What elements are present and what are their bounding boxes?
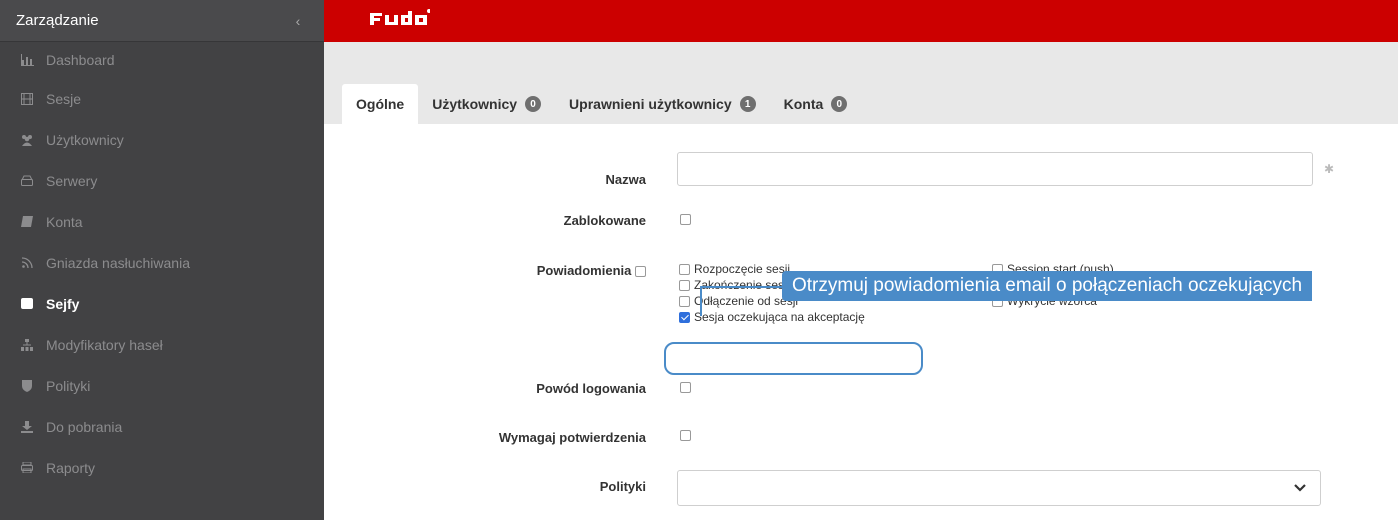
highlight-frame xyxy=(664,342,923,375)
count-badge: 0 xyxy=(831,96,848,112)
name-input[interactable] xyxy=(677,152,1313,186)
callout-connector xyxy=(700,286,784,288)
notifications-label: Powiadomienia xyxy=(537,263,646,278)
sidebar-title: Zarządzanie xyxy=(16,12,99,29)
tab-label: Uprawnieni użytkownicy xyxy=(569,96,732,112)
sidebar-item-label: Polityki xyxy=(46,377,91,394)
policies-label: Polityki xyxy=(599,479,646,494)
sidebar-item-listeners[interactable]: Gniazda nasłuchiwania xyxy=(0,242,324,283)
sidebar: Zarządzanie ‹ Dashboard Sesje Użytkownic… xyxy=(0,0,324,520)
sidebar-item-reports[interactable]: Raporty xyxy=(0,447,324,488)
sidebar-item-policies[interactable]: Polityki xyxy=(0,365,324,406)
bar-chart-icon xyxy=(20,53,34,67)
option-label: Zakończenie sesji xyxy=(694,278,790,292)
server-icon xyxy=(20,174,34,188)
tab-users[interactable]: Użytkownicy 0 xyxy=(418,84,555,124)
book-icon xyxy=(20,215,34,229)
notifications-all-checkbox[interactable] xyxy=(635,266,646,278)
top-bar xyxy=(324,0,1398,42)
tab-label: Użytkownicy xyxy=(432,96,518,112)
notifications-label-text: Powiadomienia xyxy=(536,263,632,278)
rss-icon xyxy=(20,256,34,270)
name-label: Nazwa xyxy=(605,172,646,187)
fudo-logo-mark xyxy=(370,9,431,25)
require-confirmation-checkbox[interactable] xyxy=(680,430,691,441)
notification-option[interactable]: Rozpoczęcie sesji xyxy=(679,262,790,276)
sidebar-header: Zarządzanie ‹ xyxy=(0,0,324,42)
option-checkbox[interactable] xyxy=(679,311,690,323)
safe-icon xyxy=(20,297,34,311)
sidebar-item-label: Serwery xyxy=(46,172,98,189)
sidebar-item-sessions[interactable]: Sesje xyxy=(0,78,324,119)
sidebar-item-password-changers[interactable]: Modyfikatory haseł xyxy=(0,324,324,365)
sidebar-item-label: Dashboard xyxy=(46,52,115,68)
count-badge: 1 xyxy=(739,96,756,112)
option-checkbox[interactable] xyxy=(679,295,690,307)
require-confirmation-label: Wymagaj potwierdzenia xyxy=(498,430,646,445)
sidebar-item-accounts[interactable]: Konta xyxy=(0,201,324,242)
sidebar-item-label: Sesje xyxy=(46,90,82,107)
option-label: Rozpoczęcie sesji xyxy=(694,262,791,276)
sidebar-item-users[interactable]: Użytkownicy xyxy=(0,119,324,160)
sidebar-item-label: Modyfikatory haseł xyxy=(46,336,163,353)
sidebar-item-label: Sejfy xyxy=(46,295,80,312)
option-checkbox[interactable] xyxy=(679,263,690,275)
callout-tooltip: Otrzymuj powiadomienia email o połączeni… xyxy=(782,271,1313,301)
print-icon xyxy=(20,461,34,475)
tab-general[interactable]: Ogólne xyxy=(342,84,419,124)
sidebar-item-dashboard[interactable]: Dashboard xyxy=(0,42,324,78)
callout-connector-vertical xyxy=(700,286,702,316)
sidebar-item-label: Do pobrania xyxy=(46,418,123,435)
sidebar-nav: Dashboard Sesje Użytkownicy Serwery Kont… xyxy=(0,42,324,488)
notification-option[interactable]: Zakończenie sesji xyxy=(679,278,789,292)
users-icon xyxy=(20,133,34,147)
blocked-label: Zablokowane xyxy=(563,213,646,228)
chevron-down-icon xyxy=(1294,480,1306,498)
login-reason-checkbox[interactable] xyxy=(680,382,691,393)
sidebar-item-label: Raporty xyxy=(46,459,96,476)
fudo-logo[interactable] xyxy=(370,9,431,33)
sidebar-item-label: Konta xyxy=(46,213,83,230)
policies-select[interactable] xyxy=(677,470,1321,506)
chevron-left-icon[interactable]: ‹ xyxy=(288,13,308,29)
download-icon xyxy=(20,420,34,434)
sidebar-item-label: Gniazda nasłuchiwania xyxy=(46,254,190,271)
film-icon xyxy=(20,92,34,106)
tabs-bar: Ogólne Użytkownicy 0 Uprawnieni użytkown… xyxy=(324,42,1398,124)
tabs: Ogólne Użytkownicy 0 Uprawnieni użytkown… xyxy=(342,84,861,124)
sitemap-icon xyxy=(20,338,34,352)
notification-option[interactable]: Sesja oczekująca na akceptację xyxy=(679,310,865,324)
sidebar-item-safes[interactable]: Sejfy xyxy=(0,283,324,324)
shield-icon xyxy=(20,379,34,393)
notification-option[interactable]: Odłączenie od sesji xyxy=(679,294,798,308)
tab-authorized-users[interactable]: Uprawnieni użytkownicy 1 xyxy=(555,84,770,124)
sidebar-item-downloads[interactable]: Do pobrania xyxy=(0,406,324,447)
option-checkbox[interactable] xyxy=(679,279,690,291)
tab-label: Ogólne xyxy=(356,96,405,112)
option-label: Sesja oczekująca na akceptację xyxy=(694,310,865,324)
sidebar-item-servers[interactable]: Serwery xyxy=(0,160,324,201)
required-icon: ✱ xyxy=(1324,162,1335,176)
tab-label: Konta xyxy=(783,96,824,112)
sidebar-item-label: Użytkownicy xyxy=(46,131,124,148)
count-badge: 0 xyxy=(525,96,542,112)
login-reason-label: Powód logowania xyxy=(536,381,646,396)
tab-accounts[interactable]: Konta 0 xyxy=(770,84,862,124)
blocked-checkbox[interactable] xyxy=(680,214,691,225)
